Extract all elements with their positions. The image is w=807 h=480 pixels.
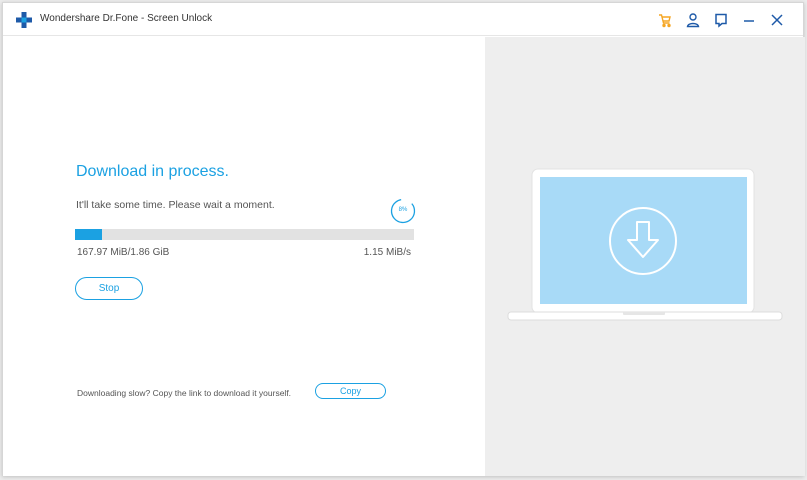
stop-button[interactable]: Stop [75, 277, 143, 300]
cart-icon[interactable] [657, 12, 673, 28]
progress-bar [75, 229, 414, 240]
copy-link-button[interactable]: Copy [315, 383, 386, 399]
illustration-panel [485, 37, 805, 476]
percent-label: 8% [398, 207, 408, 213]
slow-download-hint: Downloading slow? Copy the link to downl… [77, 388, 292, 398]
account-icon[interactable] [685, 12, 701, 28]
downloaded-size: 167.97 MiB/1.86 GiB [77, 247, 170, 258]
laptop-download-illustration [507, 168, 783, 321]
feedback-icon[interactable] [713, 12, 729, 28]
window-title: Wondershare Dr.Fone - Screen Unlock [40, 13, 213, 24]
progress-fill [75, 229, 103, 240]
laptop-screen [540, 177, 747, 304]
download-speed: 1.15 MiB/s [363, 247, 411, 258]
wait-message: It'll take some time. Please wait a mome… [76, 199, 275, 211]
download-panel: Download in process. It'll take some tim… [3, 37, 485, 476]
download-heading: Download in process. [76, 163, 229, 180]
minimize-icon[interactable] [741, 12, 757, 28]
close-icon[interactable] [769, 12, 785, 28]
title-bar: Wondershare Dr.Fone - Screen Unlock [3, 3, 803, 36]
drfone-logo-icon [16, 12, 32, 28]
app-window: Wondershare Dr.Fone - Screen Unlock Down… [2, 2, 805, 476]
